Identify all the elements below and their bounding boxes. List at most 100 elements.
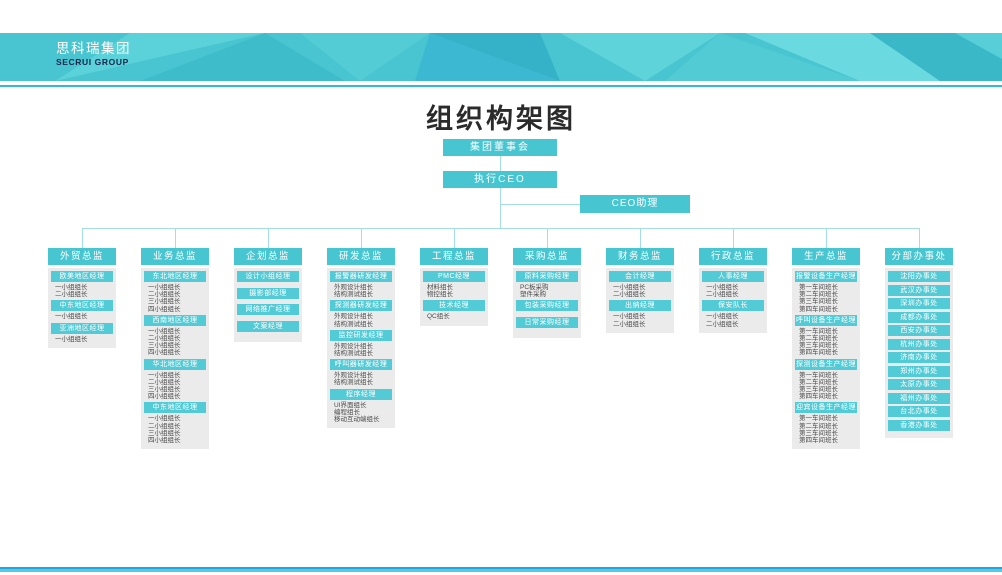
dept-panel: PMC经理材料组长物控组长技术经理QC组长 [420, 268, 488, 326]
section-item: 二小组组长 [699, 321, 767, 328]
section-header: 中东地区经理 [51, 300, 113, 311]
board-node: 集团董事会 [443, 139, 557, 156]
section-header: 武汉办事处 [888, 285, 950, 296]
section-item: 二小组组长 [606, 321, 674, 328]
section-header: 迎宾设备生产经理 [795, 402, 857, 413]
section-item: 结构测试组长 [327, 321, 395, 328]
section-header: 保安队长 [702, 300, 764, 311]
section-item: 一小组组长 [48, 313, 116, 320]
dept-column-10: 分部办事处沈阳办事处武汉办事处深圳办事处成都办事处西安办事处杭州办事处济南办事处… [885, 248, 953, 438]
connector-line [640, 228, 641, 248]
dept-panel: 设计小组经理摄影部经理网络推广经理文案经理 [234, 268, 302, 342]
connector-line [500, 204, 580, 205]
dept-header: 行政总监 [699, 248, 767, 265]
section-header: PMC经理 [423, 271, 485, 282]
section-header: 技术经理 [423, 300, 485, 311]
section-item: 第一车间班长 [792, 328, 860, 335]
page-title: 组织构架图 [0, 97, 1002, 136]
connector-line [82, 228, 83, 248]
section-item: 四小组组长 [141, 437, 209, 444]
section-header: 华北地区经理 [144, 359, 206, 370]
dept-header: 工程总监 [420, 248, 488, 265]
connector-line [733, 228, 734, 248]
section-item: 四小组组长 [141, 393, 209, 400]
section-header: 文案经理 [237, 321, 299, 332]
logo-english-text: SECRUI GROUP [56, 58, 131, 67]
section-item: 塑件采购 [513, 291, 581, 298]
dept-panel: 东北地区经理一小组组长二小组组长三小组组长四小组组长西南地区经理一小组组长二小组… [141, 268, 209, 449]
section-header: 监控研发经理 [330, 330, 392, 341]
section-header: 沈阳办事处 [888, 271, 950, 282]
dept-column-4: 研发总监报警器研发经理外观设计组长结构测试组长探测器研发经理外观设计组长结构测试… [327, 248, 395, 428]
brand-banner: 思科瑞集团 SECRUI GROUP [0, 33, 1002, 81]
connector-line [175, 228, 176, 248]
section-header: 亚洲地区经理 [51, 323, 113, 334]
section-header: 中东地区经理 [144, 402, 206, 413]
connector-line [454, 228, 455, 248]
section-item: 一小组组长 [141, 328, 209, 335]
section-item: 结构测试组长 [327, 291, 395, 298]
org-chart-page: 思科瑞集团 SECRUI GROUP 组织构架图 集团董事会 执行CEO CEO… [0, 0, 1002, 575]
section-item: 三小组组长 [141, 298, 209, 305]
section-header: 包装采购经理 [516, 300, 578, 311]
section-item: 四小组组长 [141, 306, 209, 313]
section-item: 三小组组长 [141, 430, 209, 437]
section-header: 呼叫器研发经理 [330, 359, 392, 370]
section-item: QC组长 [420, 313, 488, 320]
section-header: 人事经理 [702, 271, 764, 282]
dept-column-7: 财务总监会计经理一小组组长二小组组长出纳经理一小组组长二小组组长 [606, 248, 674, 333]
section-header: 西南地区经理 [144, 315, 206, 326]
connector-line [268, 228, 269, 248]
section-header: 网络推广经理 [237, 304, 299, 315]
dept-header: 研发总监 [327, 248, 395, 265]
section-item: 移动互动端组长 [327, 416, 395, 423]
dept-header: 采购总监 [513, 248, 581, 265]
dept-panel: 会计经理一小组组长二小组组长出纳经理一小组组长二小组组长 [606, 268, 674, 333]
banner-geometric-background [0, 33, 1002, 81]
section-header: 原料采购经理 [516, 271, 578, 282]
section-item: 第二车间班长 [792, 423, 860, 430]
connector-line [500, 156, 501, 171]
section-header: 深圳办事处 [888, 298, 950, 309]
connector-line [82, 228, 919, 229]
dept-column-9: 生产总监报警设备生产经理第一车间班长第二车间班长第三车间班长第四车间班长呼叫设备… [792, 248, 860, 449]
section-item: 二小组组长 [141, 379, 209, 386]
section-header: 报警器研发经理 [330, 271, 392, 282]
dept-panel: 报警器研发经理外观设计组长结构测试组长探测器研发经理外观设计组长结构测试组长监控… [327, 268, 395, 428]
section-header: 程序经理 [330, 389, 392, 400]
section-item: 一小组组长 [141, 372, 209, 379]
section-item: 第一车间班长 [792, 372, 860, 379]
section-item: 第四车间班长 [792, 306, 860, 313]
section-header: 太原办事处 [888, 379, 950, 390]
dept-column-5: 工程总监PMC经理材料组长物控组长技术经理QC组长 [420, 248, 488, 326]
dept-panel: 人事经理一小组组长二小组组长保安队长一小组组长二小组组长 [699, 268, 767, 333]
section-item: 一小组组长 [699, 313, 767, 320]
section-item: 第四车间班长 [792, 437, 860, 444]
dept-column-8: 行政总监人事经理一小组组长二小组组长保安队长一小组组长二小组组长 [699, 248, 767, 333]
dept-column-1: 外贸总监欧美地区经理一小组组长二小组组长中东地区经理一小组组长亚洲地区经理一小组… [48, 248, 116, 348]
section-header: 成都办事处 [888, 312, 950, 323]
section-header: 会计经理 [609, 271, 671, 282]
connector-line [826, 228, 827, 248]
section-header: 出纳经理 [609, 300, 671, 311]
section-header: 香港办事处 [888, 420, 950, 431]
section-header: 郑州办事处 [888, 366, 950, 377]
section-header: 设计小组经理 [237, 271, 299, 282]
section-header: 日常采购经理 [516, 317, 578, 328]
section-item: 第四车间班长 [792, 349, 860, 356]
logo-chinese-text: 思科瑞集团 [56, 42, 131, 57]
company-logo: 思科瑞集团 SECRUI GROUP [56, 42, 131, 67]
section-item: 二小组组长 [141, 423, 209, 430]
section-item: 第四车间班长 [792, 393, 860, 400]
dept-panel: 欧美地区经理一小组组长二小组组长中东地区经理一小组组长亚洲地区经理一小组组长 [48, 268, 116, 348]
dept-header: 分部办事处 [885, 248, 953, 265]
connector-line [500, 188, 501, 228]
section-item: 一小组组长 [48, 336, 116, 343]
footer-bar [0, 567, 1002, 572]
section-header: 报警设备生产经理 [795, 271, 857, 282]
ceo-node: 执行CEO [443, 171, 557, 188]
section-header: 摄影部经理 [237, 288, 299, 299]
dept-panel: 沈阳办事处武汉办事处深圳办事处成都办事处西安办事处杭州办事处济南办事处郑州办事处… [885, 268, 953, 438]
dept-panel: 报警设备生产经理第一车间班长第二车间班长第三车间班长第四车间班长呼叫设备生产经理… [792, 268, 860, 449]
section-item: 第一车间班长 [792, 415, 860, 422]
